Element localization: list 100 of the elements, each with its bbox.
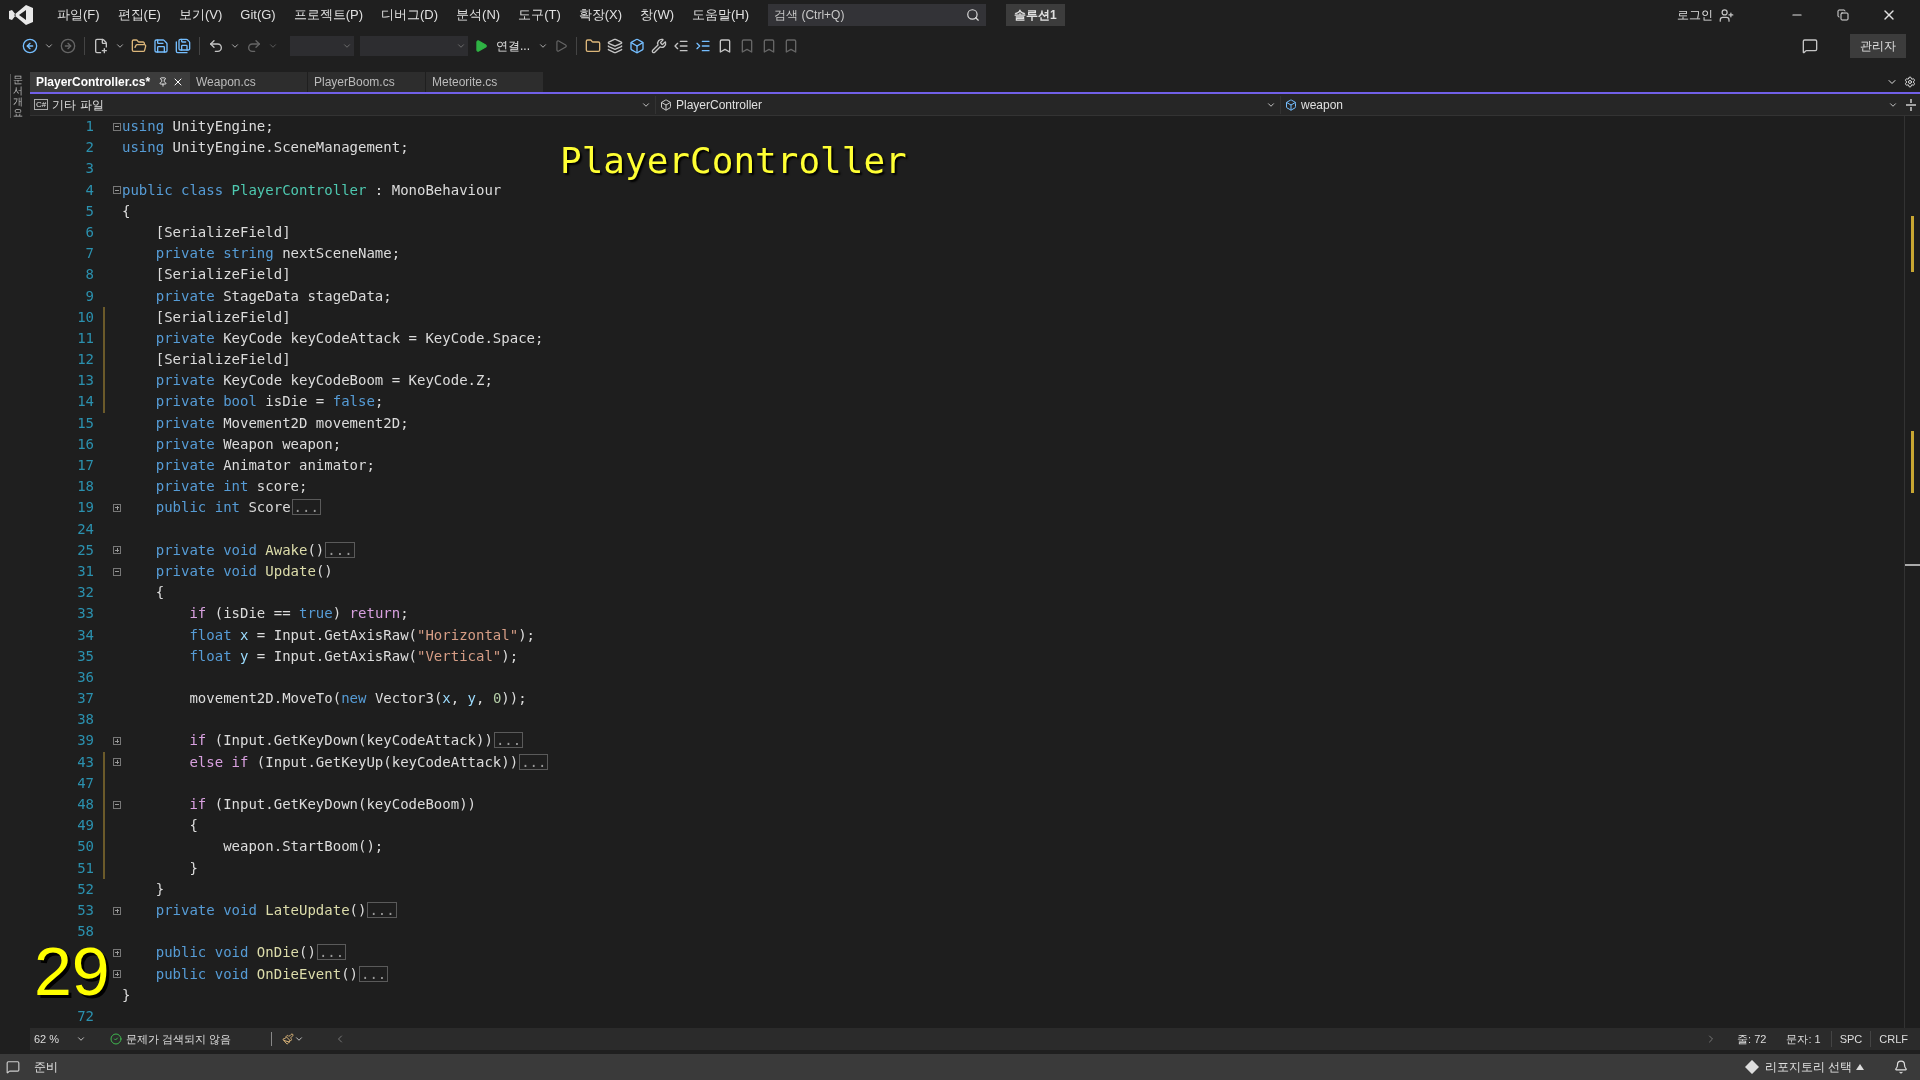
collapse-icon[interactable] [113,186,121,195]
expand-icon[interactable] [113,737,121,746]
code-line: else if (Input.GetKeyUp(keyCodeAttack)) ... [188,752,549,772]
folder-icon[interactable] [131,38,147,54]
folder-search-icon[interactable] [585,38,601,54]
code-line: float y = Input.GetAxisRaw("Vertical"); [188,646,519,666]
line-number: 12 [77,350,94,370]
repository-button[interactable]: 리포지토리 선택 [1764,1058,1852,1076]
caret-icon[interactable] [76,1034,86,1044]
file-tab[interactable]: Meteorite.cs [426,72,544,92]
caret-icon[interactable] [1856,1064,1864,1070]
expand-icon[interactable] [113,546,121,555]
code-line: { [122,201,131,221]
attach-button[interactable]: 연결... [494,37,532,55]
type-dropdown[interactable]: PlayerController [655,95,1280,114]
line-position[interactable]: 줄: 72 [1737,1030,1767,1048]
code-line: { [188,816,198,836]
file-tab[interactable]: PlayerBoom.cs [308,72,426,92]
code-line: [SerializeField] [154,350,291,370]
line-number: 36 [77,667,94,687]
member-dropdown[interactable]: weapon [1280,95,1902,114]
line-number: 33 [77,604,94,624]
redo-icon[interactable] [246,38,262,54]
play-outline-icon[interactable] [554,39,568,53]
save-all-icon[interactable] [175,38,191,54]
menu-item[interactable]: 파일(F) [48,5,109,25]
vertical-scrollbar[interactable] [1904,116,1920,1028]
admin-button[interactable]: 관리자 [1850,34,1906,58]
menu-item[interactable]: 보기(V) [169,5,232,25]
menu-item[interactable]: 도움말(H) [683,5,759,25]
menu-item[interactable]: 도구(T) [509,5,570,25]
git-icon[interactable] [1744,1060,1759,1074]
settings-icon[interactable] [1904,76,1916,88]
line-number: 51 [77,858,94,878]
search-icon [966,8,981,22]
class-icon [660,98,672,111]
line-number: 32 [77,583,94,603]
line-ending[interactable]: CRLF [1870,1030,1916,1048]
code-line: } [188,858,198,878]
split-icon[interactable] [1906,98,1916,111]
line-number: 5 [85,201,94,221]
menu-item[interactable]: 확장(X) [569,5,632,25]
code-line: [SerializeField] [154,265,291,285]
add-user-icon[interactable] [1719,7,1734,23]
caret-icon[interactable] [294,1034,305,1044]
forward-icon[interactable] [60,38,76,54]
caret-icon[interactable] [115,41,125,51]
box-icon[interactable] [629,38,645,54]
collapse-icon[interactable] [113,800,121,809]
caret-icon[interactable] [44,41,54,51]
menu-item[interactable]: 프로젝트(P) [284,5,373,25]
close-tab-icon[interactable] [172,76,184,88]
play-icon[interactable] [474,39,488,53]
save-icon[interactable] [153,38,169,54]
issues-status[interactable]: 문제가 검색되지 않음 [126,1030,232,1048]
code-line: if (Input.GetKeyDown(keyCodeBoom)) [188,795,476,814]
menu-item[interactable]: 창(W) [631,5,683,25]
output-icon[interactable] [6,1060,20,1074]
wrench-icon[interactable] [651,38,667,54]
menu-item[interactable]: 디버그(D) [372,5,448,25]
side-tab[interactable]: 문서 개요 [10,74,20,118]
feedback-icon[interactable] [1802,38,1818,54]
collapse-icon[interactable] [113,122,121,131]
zoom-dropdown[interactable]: 62 % [30,1030,90,1048]
overlay-title: PlayerController [560,139,907,183]
layers-icon[interactable] [607,38,623,54]
project-dropdown[interactable]: C# 기타 파일 [30,95,655,114]
menu-item[interactable]: 편집(E) [108,5,170,25]
line-number: 72 [77,1006,94,1026]
caret-icon[interactable] [230,41,240,51]
column-position[interactable]: 문자: 1 [1786,1030,1821,1048]
expand-icon[interactable] [113,948,121,957]
search-field[interactable]: 검색 (Ctrl+Q) [768,4,987,26]
bookmark-icon[interactable] [717,38,733,54]
back-icon[interactable] [22,38,38,54]
undo-icon[interactable] [208,38,224,54]
login-link[interactable]: 로그인 [1677,6,1713,24]
caret-icon[interactable] [538,41,548,51]
outdent-icon[interactable] [673,38,689,54]
collapse-icon[interactable] [113,567,121,576]
expand-icon[interactable] [113,906,121,915]
expand-icon[interactable] [113,503,121,512]
code-line: public int Score ... [154,498,321,518]
line-number: 8 [85,265,94,285]
expand-icon[interactable] [113,970,121,979]
indent-mode[interactable]: SPC [1830,1030,1871,1048]
new-file-icon[interactable] [93,38,109,54]
line-number: 43 [77,752,94,772]
notification-icon[interactable] [1894,1060,1908,1074]
file-tab[interactable]: Weapon.cs [190,72,308,92]
menu-item[interactable]: 분석(N) [447,5,510,25]
line-number: 35 [77,646,94,666]
expand-icon[interactable] [113,758,121,767]
menu-item[interactable]: Git(G) [231,5,285,25]
line-number: 52 [77,879,94,899]
cleanup-icon[interactable] [282,1033,295,1045]
indent-icon[interactable] [695,38,711,54]
file-tab[interactable]: PlayerController.cs* [30,72,190,92]
pin-icon[interactable] [158,77,169,87]
restore-icon[interactable] [1837,9,1849,21]
